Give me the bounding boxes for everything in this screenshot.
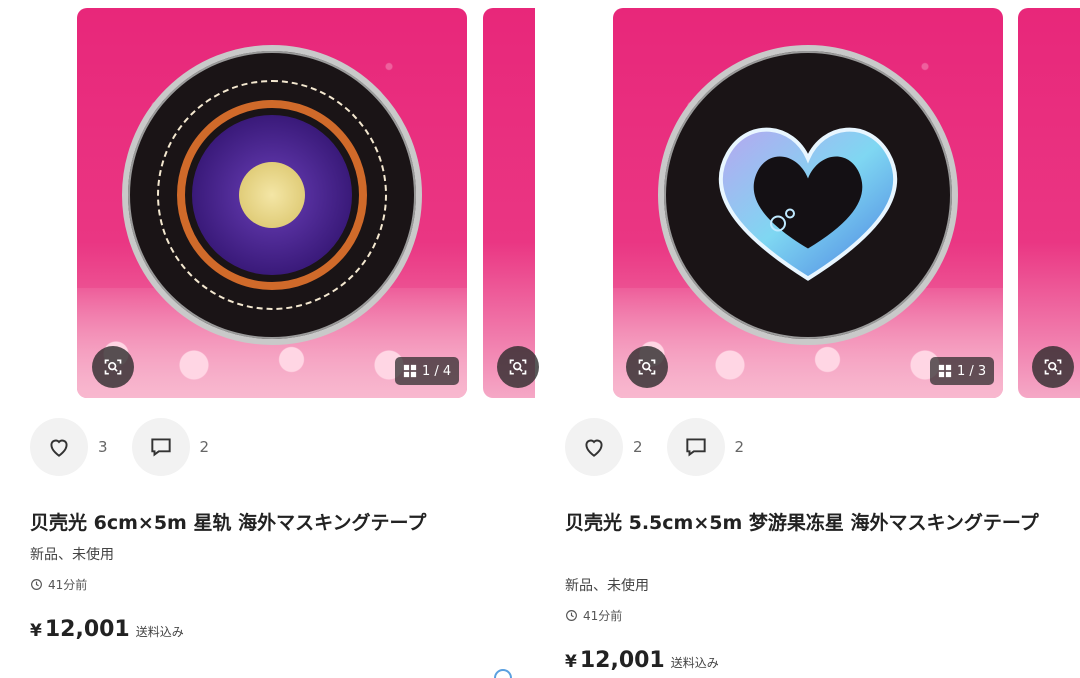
product-price: ¥ 12,001 送料込み xyxy=(30,617,184,642)
clock-icon xyxy=(31,579,42,590)
product-condition: 新品、未使用 xyxy=(30,547,114,563)
like-count: 3 xyxy=(98,438,108,456)
product-image[interactable] xyxy=(77,8,467,398)
gallery-grid-icon xyxy=(938,364,952,378)
currency-symbol: ¥ xyxy=(30,621,42,641)
image-search-icon xyxy=(1044,359,1062,375)
price-amount: 12,001 xyxy=(44,617,130,642)
product-title[interactable]: 贝壳光 6cm×5m 星轨 海外マスキングテープ xyxy=(30,508,520,539)
currency-symbol: ¥ xyxy=(565,652,577,672)
image-search-button[interactable] xyxy=(497,346,539,388)
product-card[interactable]: 1 / 4 3 2 贝壳光 6cm×5m 星轨 海外マスキングテープ 新品、未使… xyxy=(0,0,540,678)
like-button[interactable] xyxy=(30,418,88,476)
product-image[interactable] xyxy=(613,8,1003,398)
image-counter-badge: 1 / 4 xyxy=(395,357,460,385)
heart-icon xyxy=(50,439,68,457)
tape-roll-image xyxy=(122,45,422,345)
shipping-note: 送料込み xyxy=(670,656,719,670)
action-bar: 3 2 xyxy=(30,418,233,476)
comment-count: 2 xyxy=(199,438,210,456)
like-count: 2 xyxy=(633,438,643,456)
listing-time: 41分前 xyxy=(30,576,87,593)
heart-icon xyxy=(585,439,603,457)
shipping-note: 送料込み xyxy=(135,625,184,639)
image-search-icon xyxy=(509,359,527,375)
next-image-peek[interactable] xyxy=(483,8,535,398)
listing-time: 41分前 xyxy=(565,607,622,624)
image-counter-badge: 1 / 3 xyxy=(930,357,995,385)
image-search-button[interactable] xyxy=(1032,346,1074,388)
image-search-icon xyxy=(638,359,656,375)
heart-graphic xyxy=(703,119,913,289)
comment-icon xyxy=(685,438,706,457)
next-image-peek[interactable] xyxy=(1018,8,1080,398)
product-condition: 新品、未使用 xyxy=(565,578,649,594)
clock-icon xyxy=(566,610,577,621)
product-card[interactable]: 1 / 3 2 2 贝壳光 5.5cm×5m 梦游果冻星 海外マスキングテープ … xyxy=(540,0,1080,678)
gallery-grid-icon xyxy=(403,364,417,378)
like-button[interactable] xyxy=(565,418,623,476)
time-ago: 41分前 xyxy=(48,578,88,592)
image-counter-text: 1 / 4 xyxy=(422,363,452,379)
comment-icon xyxy=(150,438,171,457)
action-bar: 2 2 xyxy=(565,418,768,476)
image-search-icon xyxy=(104,359,122,375)
image-search-button[interactable] xyxy=(626,346,668,388)
time-ago: 41分前 xyxy=(583,609,623,623)
product-price: ¥ 12,001 送料込み xyxy=(565,648,719,673)
comment-button[interactable] xyxy=(666,418,725,476)
comment-button[interactable] xyxy=(131,418,190,476)
image-search-button[interactable] xyxy=(92,346,134,388)
price-amount: 12,001 xyxy=(579,648,665,673)
product-title[interactable]: 贝壳光 5.5cm×5m 梦游果冻星 海外マスキングテープ xyxy=(565,508,1045,539)
comment-count: 2 xyxy=(734,438,745,456)
image-counter-text: 1 / 3 xyxy=(957,363,987,379)
tape-roll-image xyxy=(658,45,958,345)
